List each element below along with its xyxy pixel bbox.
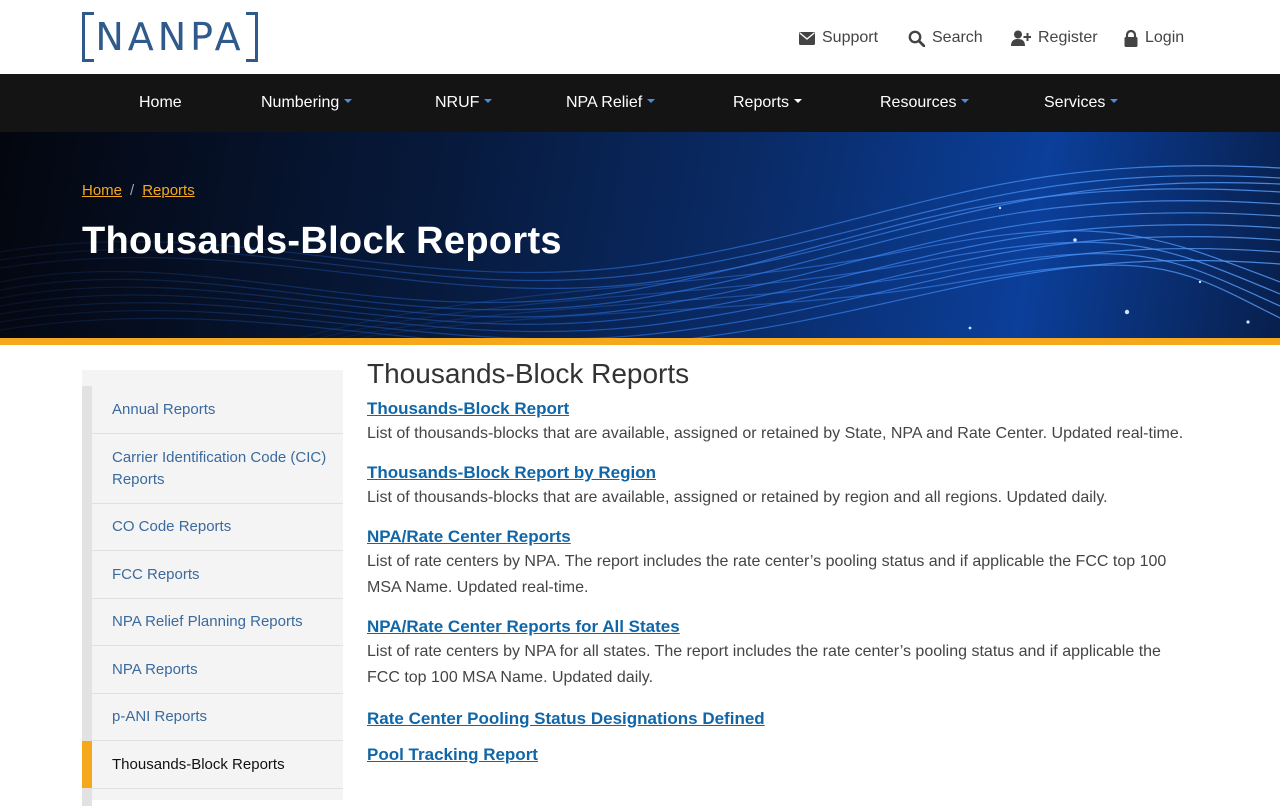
register-link[interactable]: Register: [1011, 26, 1098, 50]
report-link-thousands-block-report[interactable]: Thousands-Block Report: [367, 399, 569, 419]
report-link-rate-center-pooling-status[interactable]: Rate Center Pooling Status Designations …: [367, 709, 765, 729]
top-header: NANPA Support Search Register Login: [0, 0, 1280, 74]
nav-services[interactable]: Services: [1044, 74, 1119, 132]
logo-right-bracket: [246, 12, 258, 62]
report-link-thousands-block-report-by-region[interactable]: Thousands-Block Report by Region: [367, 463, 656, 483]
report-entry: NPA/Rate Center Reports for All States L…: [367, 617, 1197, 691]
nav-reports[interactable]: Reports: [733, 74, 803, 132]
sidebar-item-label: Thousands-Block Reports: [112, 755, 285, 773]
search-label: Search: [932, 29, 983, 46]
caret-down-icon: [344, 98, 353, 103]
sidebar-item-label: Annual Reports: [112, 400, 216, 418]
sidebar-item-co-code-reports[interactable]: CO Code Reports: [92, 504, 343, 551]
sidebar-item-p-ani-reports[interactable]: p-ANI Reports: [92, 694, 343, 741]
nav-npa-relief[interactable]: NPA Relief: [566, 74, 656, 132]
search-icon: [908, 30, 925, 47]
caret-down-icon: [484, 98, 493, 103]
caret-down-icon: [1110, 98, 1119, 103]
nav-home-label: Home: [139, 94, 182, 111]
sidebar-item-label: Carrier Identification Code (CIC) Report…: [112, 448, 327, 488]
report-link-pool-tracking-report[interactable]: Pool Tracking Report: [367, 745, 538, 765]
sidebar-item-label: FCC Reports: [112, 565, 200, 583]
breadcrumb: Home / Reports: [82, 182, 195, 199]
report-entry: Thousands-Block Report by Region List of…: [367, 463, 1197, 511]
lock-icon: [1124, 29, 1138, 47]
caret-down-icon: [961, 98, 970, 103]
report-link-npa-rate-center-reports[interactable]: NPA/Rate Center Reports: [367, 527, 571, 547]
nav-nruf-label: NRUF: [435, 94, 480, 111]
sidebar-item-npa-relief-planning-reports[interactable]: NPA Relief Planning Reports: [92, 599, 343, 646]
sidebar-item-label: p-ANI Reports: [112, 708, 208, 725]
page-title: Thousands-Block Reports: [82, 220, 562, 262]
nav-npa-relief-label: NPA Relief: [566, 94, 643, 111]
report-description: List of rate centers by NPA for all stat…: [367, 643, 1161, 686]
nav-services-label: Services: [1044, 94, 1106, 111]
sidebar-item-label: CO Code Reports: [112, 518, 232, 535]
breadcrumb-separator: /: [130, 182, 135, 199]
register-label: Register: [1038, 29, 1098, 46]
nav-nruf[interactable]: NRUF: [435, 74, 493, 132]
user-plus-icon: [1011, 30, 1031, 46]
caret-down-icon: [794, 98, 803, 103]
logo-left-bracket: [82, 12, 94, 62]
breadcrumb-reports-link[interactable]: Reports: [142, 182, 195, 199]
nav-numbering-label: Numbering: [261, 94, 340, 111]
login-link[interactable]: Login: [1124, 26, 1184, 50]
sidebar-item-fcc-reports[interactable]: FCC Reports: [92, 551, 343, 599]
search-link[interactable]: Search: [908, 26, 983, 50]
nav-resources-label: Resources: [880, 94, 957, 111]
logo-text: NANPA: [95, 15, 245, 59]
main-content: Thousands-Block Reports Thousands-Block …: [367, 356, 1197, 765]
sidebar-item-label: NPA Reports: [112, 660, 198, 678]
support-label: Support: [822, 29, 879, 46]
sidebar-item-label: NPA Relief Planning Reports: [112, 613, 303, 630]
login-label: Login: [1145, 29, 1185, 46]
hero-accent-stripe: [0, 338, 1280, 345]
nav-home[interactable]: Home: [139, 74, 182, 132]
sidebar-item-npa-reports[interactable]: NPA Reports: [92, 646, 343, 694]
report-entry: NPA/Rate Center Reports List of rate cen…: [367, 527, 1197, 601]
content-heading: Thousands-Block Reports: [367, 358, 690, 389]
report-entry: Thousands-Block Report List of thousands…: [367, 399, 1197, 447]
nav-numbering[interactable]: Numbering: [261, 74, 353, 132]
report-description: List of thousands-blocks that are availa…: [367, 425, 1184, 442]
report-entry: Pool Tracking Report: [367, 745, 1197, 765]
sidebar: Annual Reports Carrier Identification Co…: [82, 370, 343, 806]
nanpa-logo[interactable]: NANPA: [82, 12, 258, 62]
report-description: List of thousands-blocks that are availa…: [367, 489, 1108, 506]
sidebar-item-annual-reports[interactable]: Annual Reports: [92, 386, 343, 434]
main-navigation: Home Numbering NRUF NPA Relief Reports R…: [0, 74, 1280, 132]
active-indicator: [82, 741, 92, 788]
nav-reports-label: Reports: [733, 94, 790, 111]
breadcrumb-home-link[interactable]: Home: [82, 182, 122, 199]
caret-down-icon: [647, 98, 656, 103]
nav-resources[interactable]: Resources: [880, 74, 970, 132]
support-link[interactable]: Support: [799, 26, 878, 50]
envelope-icon: [799, 31, 815, 45]
report-description: List of rate centers by NPA. The report …: [367, 553, 1167, 596]
sidebar-item-thousands-block-reports[interactable]: Thousands-Block Reports: [82, 741, 343, 789]
report-entry: Rate Center Pooling Status Designations …: [367, 709, 1197, 729]
sidebar-item-cic-reports[interactable]: Carrier Identification Code (CIC) Report…: [92, 434, 343, 504]
report-link-npa-rate-center-reports-all-states[interactable]: NPA/Rate Center Reports for All States: [367, 617, 680, 637]
